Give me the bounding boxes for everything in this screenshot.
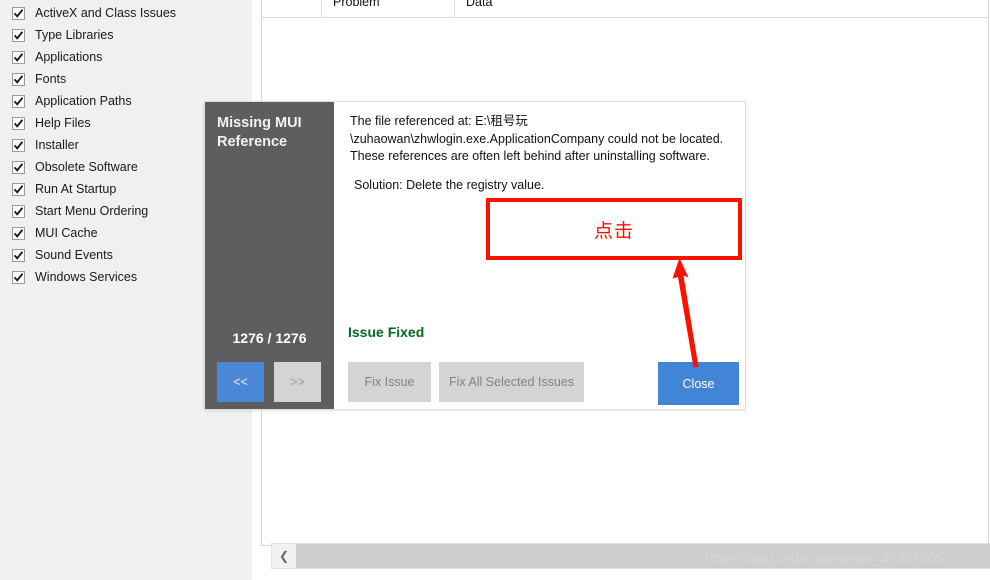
grid-header-problem[interactable]: Problem: [322, 0, 455, 17]
checkmark-icon: [13, 96, 24, 106]
scan-category-row[interactable]: Run At Startup: [12, 180, 116, 198]
scan-category-label: MUI Cache: [35, 226, 98, 240]
scan-category-label: Windows Services: [35, 270, 138, 284]
scan-category-label: Type Libraries: [35, 28, 114, 42]
fix-all-selected-issues-button[interactable]: Fix All Selected Issues: [439, 362, 584, 402]
scan-category-row[interactable]: Type Libraries: [12, 26, 114, 44]
scan-category-row[interactable]: Windows Services: [12, 268, 137, 286]
scan-category-label: Applications: [35, 50, 103, 64]
next-issue-button[interactable]: >>: [274, 362, 321, 402]
scan-category-checkbox[interactable]: [12, 72, 25, 86]
scan-category-checkbox[interactable]: [12, 6, 25, 20]
scan-category-row[interactable]: ActiveX and Class Issues: [12, 4, 176, 22]
checkmark-icon: [13, 140, 24, 150]
checkmark-icon: [13, 8, 24, 18]
scan-category-label: Installer: [35, 138, 79, 152]
checkmark-icon: [285, 0, 299, 1]
scan-category-row[interactable]: Help Files: [12, 114, 91, 132]
previous-issue-button[interactable]: <<: [217, 362, 264, 402]
checkmark-icon: [13, 272, 24, 282]
watermark-text: https://blog.csdn.net/weixin_47397805: [705, 550, 944, 566]
fix-issue-button[interactable]: Fix Issue: [348, 362, 431, 402]
annotation-highlight-box: 点击: [486, 198, 742, 260]
scan-category-checkbox[interactable]: [12, 50, 25, 64]
dialog-sidebar: Missing MUI Reference 1276 / 1276 << >>: [205, 102, 334, 409]
scan-category-label: Run At Startup: [35, 182, 117, 196]
issue-counter: 1276 / 1276: [232, 330, 307, 346]
scan-category-checkbox[interactable]: [12, 226, 25, 240]
checkmark-icon: [13, 162, 24, 172]
checkmark-icon: [13, 74, 24, 84]
issue-description: The file referenced at: E:\租号玩\zuhaowan\…: [350, 114, 724, 163]
scan-category-checkbox[interactable]: [12, 182, 25, 196]
close-button[interactable]: Close: [658, 362, 739, 405]
scan-category-checkbox[interactable]: [12, 204, 25, 218]
scan-category-checkbox[interactable]: [12, 28, 25, 42]
scan-category-label: Fonts: [35, 72, 67, 86]
checkmark-icon: [13, 206, 24, 216]
checkmark-icon: [13, 30, 24, 40]
scan-category-row[interactable]: Applications: [12, 48, 102, 66]
scan-category-label: Start Menu Ordering: [35, 204, 149, 218]
issue-detail-dialog: Missing MUI Reference 1276 / 1276 << >> …: [204, 101, 746, 410]
scan-category-row[interactable]: Sound Events: [12, 246, 113, 264]
scan-category-row[interactable]: Start Menu Ordering: [12, 202, 148, 220]
checkmark-icon: [13, 118, 24, 128]
scan-category-checkbox[interactable]: [12, 138, 25, 152]
scan-category-label: Help Files: [35, 116, 91, 130]
scan-category-checkbox[interactable]: [12, 116, 25, 130]
scan-category-row[interactable]: MUI Cache: [12, 224, 98, 242]
issue-solution: Solution: Delete the registry value.: [354, 178, 545, 192]
grid-header-row: Problem Data: [262, 0, 988, 18]
annotation-label: 点击: [593, 219, 634, 242]
grid-header-select-all-cell[interactable]: [262, 0, 322, 17]
grid-header-data[interactable]: Data: [455, 0, 855, 17]
scan-category-checkbox[interactable]: [12, 160, 25, 174]
scan-category-row[interactable]: Application Paths: [12, 92, 132, 110]
scroll-left-arrow-icon[interactable]: ❮: [272, 544, 296, 568]
checkmark-icon: [13, 184, 24, 194]
scan-category-label: Obsolete Software: [35, 160, 138, 174]
scan-category-row[interactable]: Obsolete Software: [12, 158, 138, 176]
checkmark-icon: [13, 228, 24, 238]
issue-status-badge: Issue Fixed: [348, 324, 425, 340]
scan-category-checkbox[interactable]: [12, 248, 25, 262]
scan-category-checkbox[interactable]: [12, 94, 25, 108]
scan-category-label: ActiveX and Class Issues: [35, 6, 177, 20]
scan-category-row[interactable]: Fonts: [12, 70, 66, 88]
scan-category-label: Application Paths: [35, 94, 132, 108]
scan-category-label: Sound Events: [35, 248, 113, 262]
checkmark-icon: [13, 52, 24, 62]
dialog-title: Missing MUI Reference: [217, 115, 302, 150]
checkmark-icon: [13, 250, 24, 260]
scan-category-row[interactable]: Installer: [12, 136, 79, 154]
scan-category-checkbox[interactable]: [12, 270, 25, 284]
dialog-body: The file referenced at: E:\租号玩\zuhaowan\…: [334, 102, 745, 409]
